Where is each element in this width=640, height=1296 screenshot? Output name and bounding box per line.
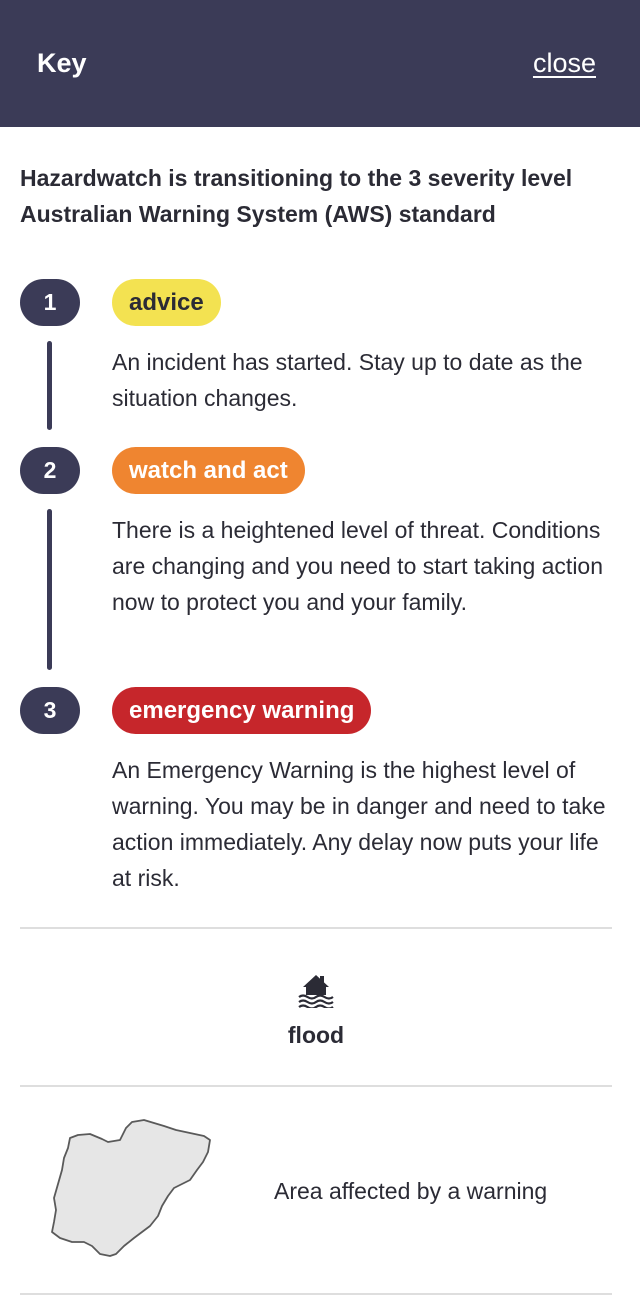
intro-text: Hazardwatch is transitioning to the 3 se… [20, 165, 573, 227]
divider [20, 927, 612, 929]
level-connector [47, 509, 52, 670]
divider [20, 1293, 612, 1295]
area-affected-label: Area affected by a warning [274, 1178, 548, 1204]
divider [20, 1085, 612, 1087]
level-connector [47, 341, 52, 430]
emergency-warning-description: An Emergency Warning is the highest leve… [112, 757, 606, 891]
close-link[interactable]: close [533, 46, 596, 80]
emergency-warning-badge: emergency warning [112, 687, 372, 734]
flood-icon [298, 975, 334, 1008]
advice-description: An incident has started. Stay up to date… [112, 349, 583, 411]
header-title: Key [37, 48, 87, 78]
key-header: Key close [0, 0, 640, 127]
watch-and-act-badge: watch and act [112, 447, 305, 494]
level-number-badge: 3 [20, 687, 80, 734]
flood-label: flood [287, 1022, 345, 1048]
advice-badge: advice [112, 279, 221, 326]
level-number-badge: 2 [20, 447, 80, 494]
watch-and-act-description: There is a heightened level of threat. C… [112, 517, 604, 615]
level-number-badge: 1 [20, 279, 80, 326]
area-polygon-icon [51, 1119, 211, 1257]
